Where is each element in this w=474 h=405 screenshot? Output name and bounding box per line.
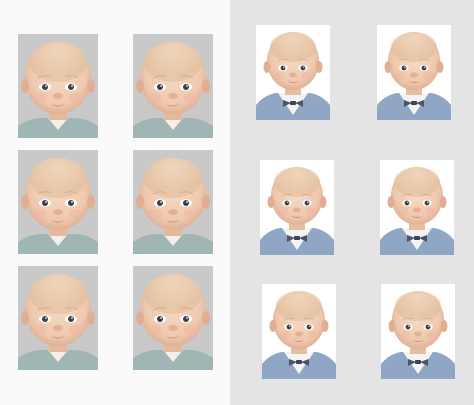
passport-photo-white-2 [377,25,451,120]
passport-photo-grey-4 [133,150,213,254]
white-background-photo-sheet [230,0,474,405]
passport-photo-grey-1 [18,34,98,138]
passport-photo-grey-2 [133,34,213,138]
passport-photo-white-4 [380,160,454,255]
passport-photo-white-6 [381,284,455,379]
grey-background-photo-sheet [0,0,230,405]
passport-photo-white-1 [256,25,330,120]
passport-photo-grey-3 [18,150,98,254]
passport-photo-grey-5 [18,266,98,370]
passport-photo-white-5 [262,284,336,379]
passport-photo-white-3 [260,160,334,255]
passport-photo-grey-6 [133,266,213,370]
